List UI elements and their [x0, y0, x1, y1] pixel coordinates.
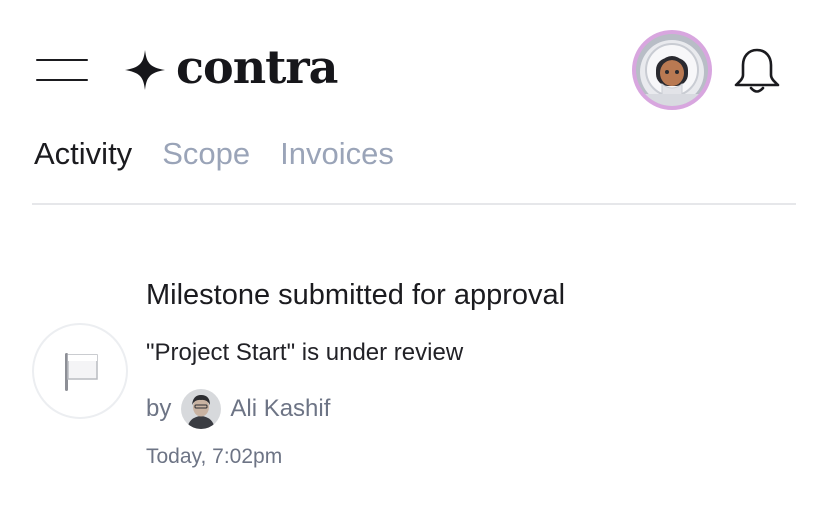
tab-scope[interactable]: Scope	[162, 134, 250, 174]
astronaut-avatar-icon	[636, 34, 708, 106]
hamburger-menu-icon[interactable]	[36, 56, 88, 84]
app-screen: contra Activity Scope Invoices Milestone…	[0, 0, 828, 520]
four-point-star-icon	[125, 50, 165, 90]
activity-description: "Project Start" is under review	[146, 339, 464, 366]
activity-title: Milestone submitted for approval	[146, 279, 566, 311]
user-photo-icon	[181, 389, 222, 429]
tab-invoices[interactable]: Invoices	[280, 134, 394, 174]
notifications-bell-button[interactable]	[730, 44, 784, 96]
by-label: by	[146, 395, 172, 422]
tab-bar: Activity Scope Invoices	[34, 134, 394, 174]
menu-bar-bottom	[36, 79, 88, 81]
tab-activity[interactable]: Activity	[34, 134, 132, 174]
logo-wordmark: contra	[176, 40, 338, 94]
user-name-link[interactable]: Ali Kashif	[230, 395, 330, 423]
tab-divider	[32, 203, 796, 205]
user-avatar[interactable]	[181, 389, 222, 429]
menu-bar-top	[36, 59, 88, 61]
bell-icon	[734, 48, 780, 93]
profile-avatar-button[interactable]	[632, 30, 712, 110]
activity-timestamp: Today, 7:02pm	[146, 445, 283, 468]
white-flag-icon	[65, 353, 98, 391]
activity-author: by Ali Kashif	[146, 388, 330, 430]
contra-logo[interactable]: contra	[124, 40, 338, 96]
activity-icon-circle	[32, 323, 128, 419]
